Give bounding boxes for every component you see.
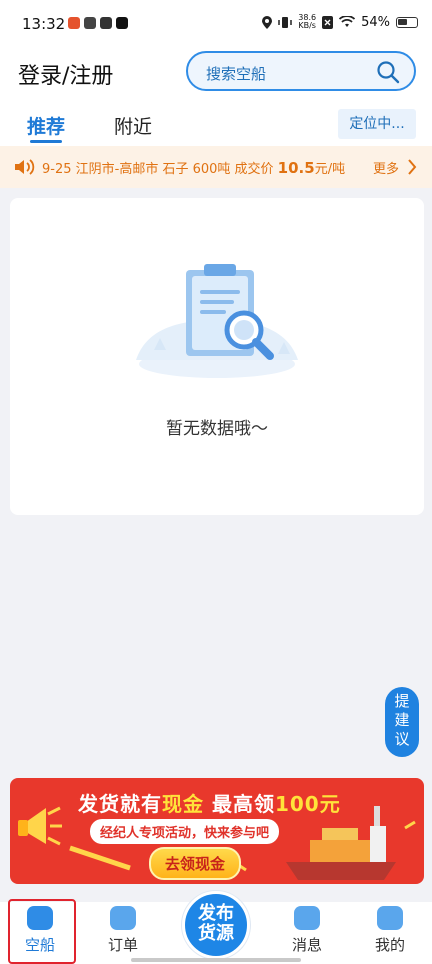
notification-icons (68, 17, 128, 29)
tab-nearby[interactable]: 附近 (114, 112, 152, 139)
empty-state-message: 暂无数据哦～ (166, 419, 268, 439)
app-notification-icon (68, 17, 80, 29)
banner-title: 发货就有现金 最高领100元 (78, 792, 341, 816)
net-speed: 38.6 KB/s (298, 13, 317, 30)
top-area: 13:32 38.6 KB/s 54% 登录/注册 搜索空船 推荐 附近 定位中.… (0, 0, 432, 146)
sim-off-icon (322, 15, 334, 29)
ticker-unit: 元/吨 (314, 162, 346, 177)
battery-percent: 54% (361, 14, 390, 30)
ticker-price: 10.5 (277, 159, 315, 177)
app-notification-icon (84, 17, 96, 29)
status-bar: 13:32 38.6 KB/s 54% (0, 0, 432, 50)
nav-orders[interactable]: 订单 (93, 906, 153, 955)
publish-cargo-button[interactable]: 发布 货源 (182, 891, 250, 959)
promo-banner[interactable]: 发货就有现金 最高领100元 经纪人专项活动，快来参与吧 去领现金 (10, 778, 424, 884)
active-tab-indicator (30, 140, 62, 143)
search-icon[interactable] (376, 60, 400, 84)
tab-bar: 推荐 附近 定位中... (0, 108, 432, 146)
locate-button[interactable]: 定位中... (338, 109, 416, 139)
login-register-link[interactable]: 登录/注册 (18, 58, 113, 90)
order-icon (110, 906, 136, 930)
app-notification-icon (100, 17, 112, 29)
speaker-icon (15, 159, 35, 175)
tiktok-icon (116, 17, 128, 29)
feedback-button[interactable]: 提 建 议 (385, 687, 419, 757)
wifi-icon (339, 16, 356, 27)
nav-messages[interactable]: 消息 (277, 906, 337, 955)
profile-icon (377, 906, 403, 930)
tab-recommend[interactable]: 推荐 (27, 112, 65, 139)
vibrate-icon (278, 16, 293, 28)
ticker-more-link[interactable]: 更多 (373, 158, 399, 177)
claim-cash-button[interactable]: 去领现金 (149, 847, 242, 880)
banner-subtitle: 经纪人专项活动，快来参与吧 (90, 819, 280, 844)
search-input[interactable]: 搜索空船 (186, 51, 416, 91)
status-time: 13:32 (22, 15, 66, 33)
empty-clipboard-icon (136, 264, 298, 378)
nav-mine[interactable]: 我的 (360, 906, 420, 955)
selection-highlight (8, 899, 76, 964)
status-right: 38.6 KB/s 54% (262, 14, 418, 30)
search-placeholder: 搜索空船 (206, 65, 267, 83)
battery-icon (396, 16, 418, 28)
location-icon (262, 15, 273, 29)
message-icon (294, 906, 320, 930)
chevron-right-icon[interactable] (407, 158, 417, 176)
home-indicator[interactable] (131, 958, 301, 962)
ticker-message: 9-25 江阴市-高邮市 石子 600吨 成交价 10.5元/吨 (42, 159, 346, 177)
transaction-ticker[interactable]: 9-25 江阴市-高邮市 石子 600吨 成交价 10.5元/吨 更多 (0, 146, 432, 188)
ship-list-card: 暂无数据哦～ (10, 198, 424, 515)
